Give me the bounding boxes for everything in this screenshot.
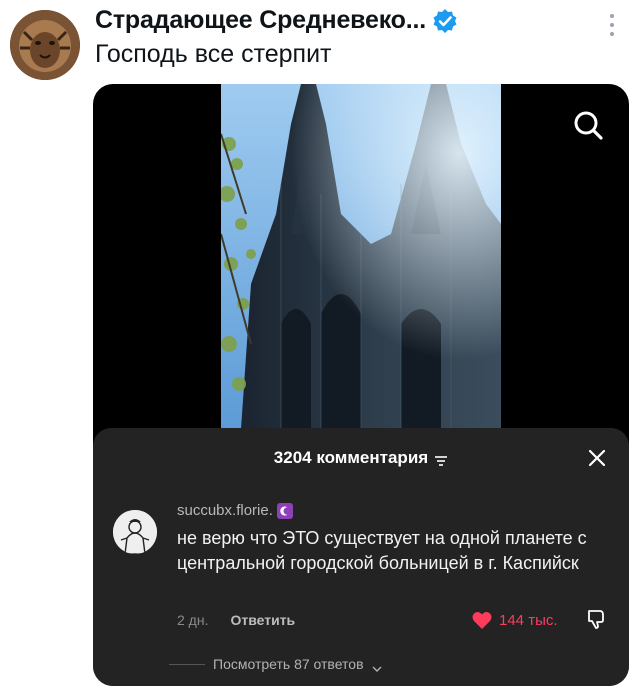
- commenter-avatar[interactable]: [113, 510, 157, 554]
- reply-button[interactable]: Ответить: [230, 612, 295, 628]
- dislike-icon[interactable]: [585, 608, 607, 630]
- search-icon[interactable]: [571, 108, 605, 142]
- author-name[interactable]: Страдающее Средневеко...: [95, 6, 426, 35]
- post-text: Господь все стерпит: [95, 40, 332, 68]
- comment-text: не верю что ЭТО существует на одной план…: [177, 528, 587, 573]
- author-avatar[interactable]: [10, 10, 80, 80]
- chevron-down-icon: [372, 660, 382, 672]
- like-count: 144 тыс.: [499, 611, 558, 629]
- comments-sheet: 3204 комментария succubx.florie. не верю…: [93, 428, 629, 686]
- comments-count: 3204 комментария: [273, 448, 429, 467]
- verified-icon: [432, 8, 458, 34]
- like-button[interactable]: 144 тыс.: [471, 609, 558, 631]
- heart-icon: [471, 609, 493, 631]
- post-media[interactable]: 3204 комментария succubx.florie. не верю…: [93, 84, 629, 686]
- comments-title: 3204 комментария: [93, 448, 629, 468]
- comment-date: 2 дн.: [177, 612, 209, 628]
- comment-username[interactable]: succubx.florie.: [177, 502, 273, 519]
- author-header: Страдающее Средневеко...: [95, 6, 458, 35]
- replies-divider: [169, 663, 205, 665]
- moon-icon: [276, 502, 293, 519]
- view-replies-button[interactable]: Посмотреть 87 ответов: [169, 656, 382, 672]
- view-replies-label: Посмотреть 87 ответов: [213, 656, 364, 672]
- comment-username-row: succubx.florie.: [177, 502, 293, 519]
- close-icon[interactable]: [587, 448, 607, 468]
- more-vertical-icon[interactable]: [606, 10, 618, 40]
- cathedral-photo: [221, 84, 501, 429]
- filter-icon[interactable]: [434, 452, 448, 466]
- comment-meta: 2 дн. Ответить: [177, 612, 295, 628]
